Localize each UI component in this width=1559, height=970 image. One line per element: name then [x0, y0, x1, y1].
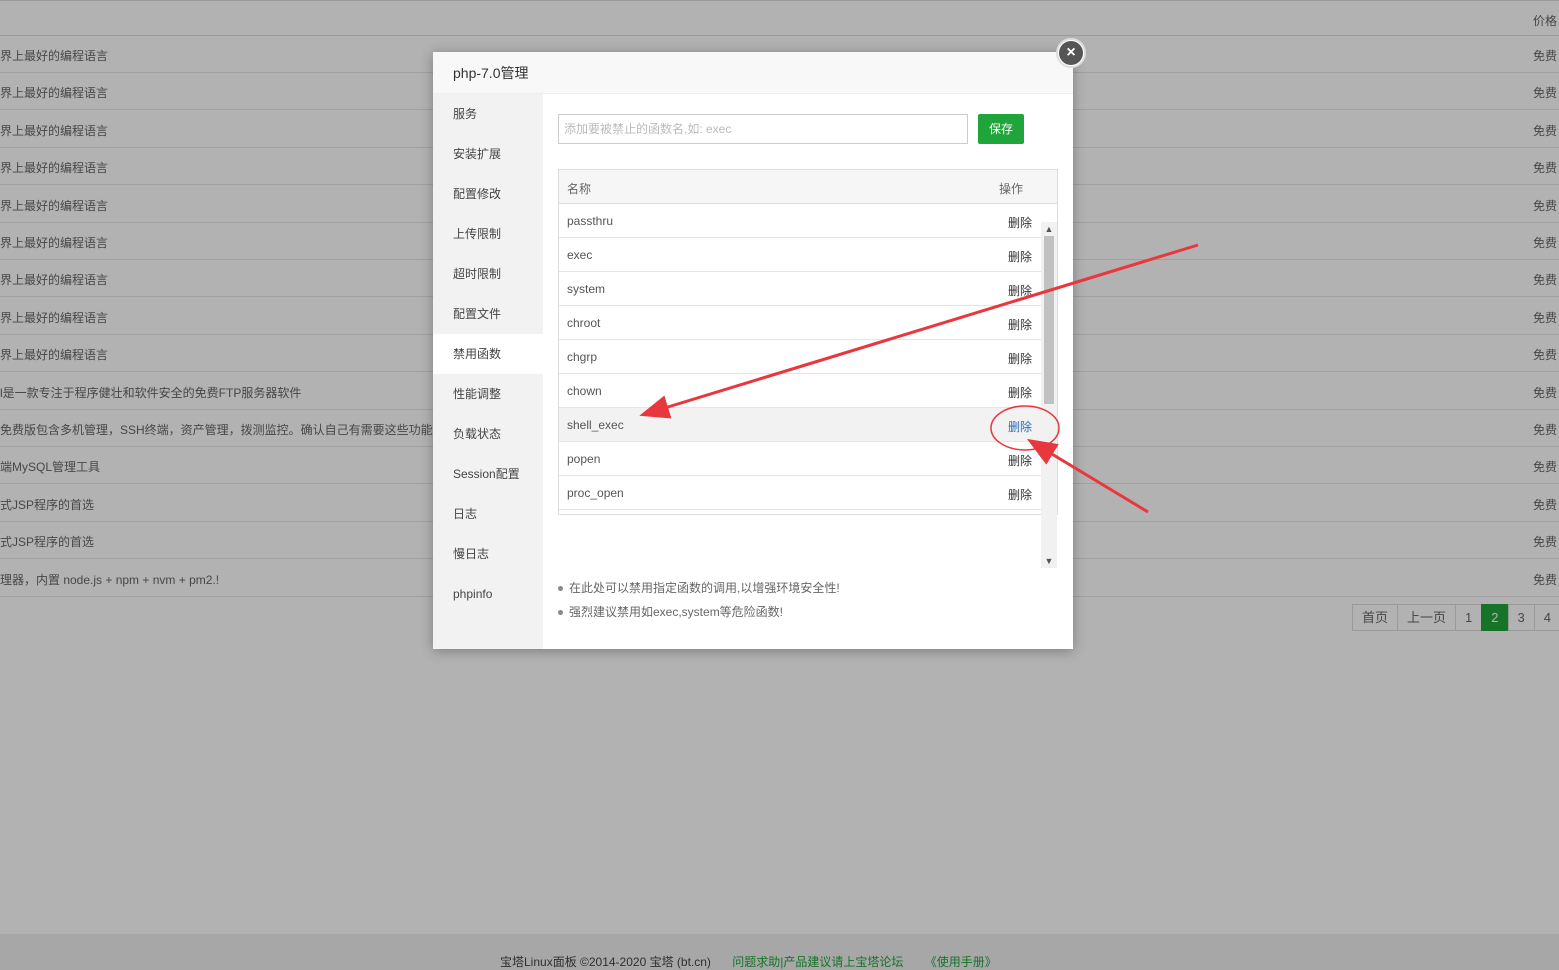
save-button[interactable]: 保存	[978, 114, 1024, 144]
function-name-input[interactable]	[558, 114, 968, 144]
delete-link[interactable]: 删除	[1008, 350, 1032, 367]
table-row: proc_open 删除	[559, 476, 1057, 510]
functions-table: 名称 操作 passthru 删除 exec 删除 system 删除 chroot 删除 ch…	[558, 169, 1058, 515]
sidebar-item[interactable]: 上传限制	[433, 214, 543, 254]
table-row: chown 删除	[559, 374, 1057, 408]
close-icon: ×	[1059, 41, 1083, 65]
sidebar-menu: 服务 安装扩展 配置修改 上传限制 超时限制 配置文件 禁用函数 性能调整 负载状态 Sessio…	[433, 94, 543, 649]
scroll-down-icon[interactable]: ▼	[1041, 554, 1057, 568]
sidebar-item[interactable]: 配置修改	[433, 174, 543, 214]
scroll-up-icon[interactable]: ▲	[1041, 222, 1057, 236]
sidebar-item[interactable]: 配置文件	[433, 294, 543, 334]
bullet-icon	[558, 610, 563, 615]
dialog-title: php-7.0管理	[433, 52, 1073, 94]
scroll-thumb[interactable]	[1044, 236, 1054, 404]
table-row: passthru 删除	[559, 204, 1057, 238]
sidebar-item[interactable]: 安装扩展	[433, 134, 543, 174]
function-name: popen	[567, 452, 601, 466]
delete-link[interactable]: 删除	[1008, 214, 1032, 231]
function-name: passthru	[567, 214, 614, 228]
function-name: chown	[567, 384, 602, 398]
table-header: 名称 操作	[559, 170, 1057, 204]
php-manage-dialog: php-7.0管理 × 服务 安装扩展 配置修改 上传限制 超时限制 配置文件 禁用函数 性能…	[433, 38, 1086, 649]
table-scrollbar[interactable]: ▲ ▼	[1041, 222, 1057, 568]
disabled-functions-panel: 保存 名称 操作 passthru 删除 exec 删除 system 删除 chroot 删…	[543, 94, 1073, 649]
sidebar-item[interactable]: 日志	[433, 494, 543, 534]
column-name-header: 名称	[567, 182, 592, 196]
table-row: popen 删除	[559, 442, 1057, 476]
sidebar-item[interactable]: 服务	[433, 94, 543, 134]
tip-item: 强烈建议禁用如exec,system等危险函数!	[558, 603, 840, 627]
delete-link[interactable]: 删除	[1008, 486, 1032, 503]
sidebar-item[interactable]: Session配置	[433, 454, 543, 494]
table-row: chgrp 删除	[559, 340, 1057, 374]
sidebar-item[interactable]: 超时限制	[433, 254, 543, 294]
delete-link[interactable]: 删除	[1008, 452, 1032, 469]
tip-text: 在此处可以禁用指定函数的调用,以增强环境安全性!	[569, 581, 840, 595]
bullet-icon	[558, 586, 563, 591]
sidebar-item[interactable]: 负载状态	[433, 414, 543, 454]
tip-text: 强烈建议禁用如exec,system等危险函数!	[569, 605, 784, 619]
table-row: shell_exec 删除	[559, 408, 1057, 442]
table-row: exec 删除	[559, 238, 1057, 272]
delete-link[interactable]: 删除	[1008, 316, 1032, 333]
column-action-header: 操作	[999, 182, 1024, 196]
function-name: system	[567, 282, 606, 296]
delete-link[interactable]: 删除	[1008, 248, 1032, 265]
sidebar-item[interactable]: 慢日志	[433, 534, 543, 574]
sidebar-item[interactable]: 禁用函数	[433, 334, 543, 374]
delete-link[interactable]: 删除	[1008, 384, 1032, 401]
close-button[interactable]: ×	[1056, 38, 1086, 68]
table-row: chroot 删除	[559, 306, 1057, 340]
delete-link[interactable]: 删除	[1008, 418, 1032, 435]
function-name: proc_open	[567, 486, 624, 500]
sidebar-item[interactable]: phpinfo	[433, 574, 543, 614]
function-name: chgrp	[567, 350, 598, 364]
function-name: exec	[567, 248, 593, 262]
tip-item: 在此处可以禁用指定函数的调用,以增强环境安全性!	[558, 579, 840, 603]
sidebar-item[interactable]: 性能调整	[433, 374, 543, 414]
delete-link[interactable]: 删除	[1008, 282, 1032, 299]
function-name: chroot	[567, 316, 601, 330]
tips-list: 在此处可以禁用指定函数的调用,以增强环境安全性! 强烈建议禁用如exec,syst…	[558, 579, 840, 627]
function-name: shell_exec	[567, 418, 624, 432]
table-row: system 删除	[559, 272, 1057, 306]
